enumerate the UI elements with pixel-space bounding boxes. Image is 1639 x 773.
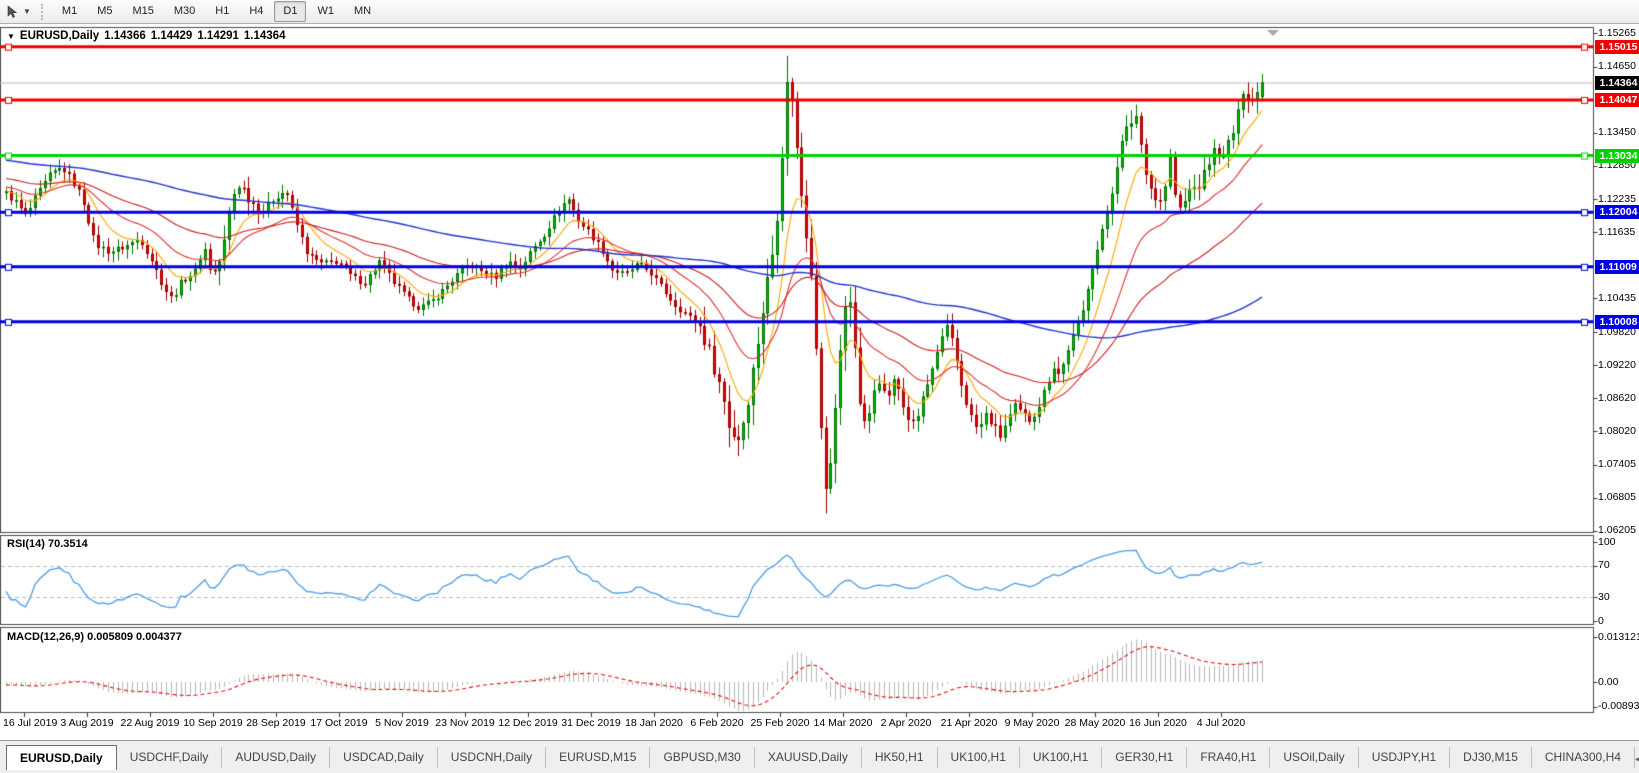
symbol-tab-usoil-daily[interactable]: USOil,Daily <box>1270 747 1359 768</box>
price-tick-label: 1.10435 <box>1598 291 1636 304</box>
symbol-tab-gbpusd-m30[interactable]: GBPUSD,M30 <box>650 747 755 768</box>
price-tick-label: 1.06805 <box>1598 491 1636 504</box>
price-tick-label: 1.08020 <box>1598 424 1636 437</box>
symbol-tab-ger30-h1[interactable]: GER30,H1 <box>1102 747 1188 768</box>
macd-tick-label: -0.008933 <box>1598 700 1639 712</box>
price-tick-label: 1.15265 <box>1598 26 1636 39</box>
timeframe-button-w1[interactable]: W1 <box>308 1 343 22</box>
chart-open-value: 1.14366 <box>104 30 146 42</box>
date-axis-label: 23 Nov 2019 <box>435 717 495 729</box>
symbol-tab-usdchf-daily[interactable]: USDCHF,Daily <box>117 747 223 768</box>
price-chart-canvas[interactable] <box>0 24 1639 740</box>
date-axis-label: 22 Aug 2019 <box>120 717 180 729</box>
symbol-tab-usdjpy-h1[interactable]: USDJPY,H1 <box>1359 747 1451 768</box>
price-tick-label: 1.08620 <box>1598 391 1636 404</box>
timeframe-button-mn[interactable]: MN <box>345 1 380 22</box>
rsi-indicator-label: RSI(14) 70.3514 <box>7 538 88 550</box>
macd-tick-label: 0.00 <box>1598 675 1619 688</box>
rsi-tick-label: 100 <box>1598 535 1616 548</box>
date-axis-label: 10 Sep 2019 <box>183 717 243 729</box>
price-tick-label: 1.12235 <box>1598 192 1636 205</box>
date-axis-label: 4 Jul 2020 <box>1196 717 1246 729</box>
price-level-tag: 1.10008 <box>1594 314 1639 329</box>
date-axis-label: 14 Mar 2020 <box>813 717 873 729</box>
dropdown-caret-icon[interactable]: ▼ <box>23 7 31 16</box>
macd-indicator-label: MACD(12,26,9) 0.005809 0.004377 <box>7 631 182 643</box>
rsi-tick-label: 0 <box>1598 614 1604 627</box>
chart-collapse-icon[interactable]: ▼ <box>7 32 15 41</box>
chart-low-value: 1.14291 <box>197 30 239 42</box>
chart-area: ▼ EURUSD,Daily 1.14366 1.14429 1.14291 1… <box>0 24 1639 740</box>
price-level-tag: 1.14047 <box>1594 92 1639 107</box>
chart-close-value: 1.14364 <box>243 30 286 42</box>
date-axis-label: 18 Jan 2020 <box>625 717 683 729</box>
date-axis-label: 25 Feb 2020 <box>750 717 810 729</box>
chart-title: ▼ EURUSD,Daily 1.14366 1.14429 1.14291 1… <box>7 30 285 42</box>
symbol-tab-uk100-h1[interactable]: UK100,H1 <box>1020 747 1103 768</box>
timeframe-button-group: M1 M5 M15 M30 H1 H4 D1 W1 MN <box>52 1 381 22</box>
price-tick-label: 1.14650 <box>1598 60 1636 73</box>
price-tick-label: 1.06205 <box>1598 524 1636 537</box>
date-axis-label: 3 Aug 2019 <box>60 717 114 729</box>
symbol-tab-xauusd-daily[interactable]: XAUUSD,Daily <box>755 747 862 768</box>
rsi-tick-label: 30 <box>1598 590 1610 603</box>
price-level-tag: 1.11009 <box>1594 259 1639 274</box>
price-tick-label: 1.13450 <box>1598 126 1636 139</box>
symbol-tab-fra40-h1[interactable]: FRA40,H1 <box>1187 747 1271 768</box>
tab-scroll-left-icon[interactable]: ◂ <box>1635 754 1639 765</box>
date-axis-label: 9 May 2020 <box>1004 717 1060 729</box>
symbol-tab-china300-h4[interactable]: CHINA300,H4 <box>1532 747 1635 768</box>
date-axis-label: 16 Jun 2020 <box>1129 717 1187 729</box>
date-axis-label: 2 Apr 2020 <box>880 717 932 729</box>
date-axis-label: 6 Feb 2020 <box>690 717 744 729</box>
date-axis-label: 28 May 2020 <box>1064 717 1126 729</box>
symbol-tab-usdcnh-daily[interactable]: USDCNH,Daily <box>438 747 547 768</box>
date-axis-label: 28 Sep 2019 <box>246 717 306 729</box>
price-level-tag: 1.15015 <box>1594 39 1639 54</box>
timeframe-button-h1[interactable]: H1 <box>206 1 238 22</box>
date-axis-label: 12 Dec 2019 <box>498 717 558 729</box>
macd-tick-label: 0.013121 <box>1598 630 1639 643</box>
symbol-tab-eurusd-daily[interactable]: EURUSD,Daily <box>6 745 117 770</box>
timeframe-button-m15[interactable]: M15 <box>123 1 162 22</box>
pointer-tool-icon[interactable] <box>4 3 22 21</box>
price-tick-label: 1.11635 <box>1598 225 1636 238</box>
toolbar: ▼ M1 M5 M15 M30 H1 H4 D1 W1 MN <box>0 0 1639 24</box>
timeframe-button-h4[interactable]: H4 <box>240 1 272 22</box>
price-level-tag: 1.12004 <box>1594 205 1639 220</box>
symbol-tab-audusd-daily[interactable]: AUDUSD,Daily <box>222 747 331 768</box>
symbol-tab-usdcad-daily[interactable]: USDCAD,Daily <box>330 747 438 768</box>
symbol-tab-hk50-h1[interactable]: HK50,H1 <box>862 747 938 768</box>
symbol-tab-eurusd-m15[interactable]: EURUSD,M15 <box>546 747 651 768</box>
price-tick-label: 1.07405 <box>1598 458 1636 471</box>
date-axis-label: 5 Nov 2019 <box>375 717 429 729</box>
timeframe-button-d1[interactable]: D1 <box>274 1 307 22</box>
price-level-tag: 1.13034 <box>1594 148 1639 163</box>
current-price-tag: 1.14364 <box>1594 75 1639 90</box>
date-axis-label: 16 Jul 2019 <box>3 717 58 729</box>
chart-symbol-label: EURUSD,Daily <box>19 30 100 42</box>
timeframe-button-m30[interactable]: M30 <box>165 1 204 22</box>
symbol-tab-uk100-h1[interactable]: UK100,H1 <box>938 747 1020 768</box>
symbol-tab-bar: EURUSD,Daily USDCHF,Daily AUDUSD,Daily USDC… <box>0 740 1639 773</box>
timeframe-button-m5[interactable]: M5 <box>88 1 121 22</box>
price-tick-label: 1.09220 <box>1598 358 1636 371</box>
date-axis-label: 21 Apr 2020 <box>940 717 998 729</box>
symbol-tab-dj30-m15[interactable]: DJ30,M15 <box>1450 747 1532 768</box>
toolbar-grip <box>40 3 46 20</box>
timeframe-button-m1[interactable]: M1 <box>53 1 86 22</box>
rsi-tick-label: 70 <box>1598 559 1610 572</box>
date-axis-label: 17 Oct 2019 <box>310 717 368 729</box>
trading-platform-window: ▼ M1 M5 M15 M30 H1 H4 D1 W1 MN ▼ EURUSD,Daily 1.… <box>0 0 1639 773</box>
date-axis-label: 31 Dec 2019 <box>561 717 621 729</box>
chart-high-value: 1.14429 <box>150 30 193 42</box>
